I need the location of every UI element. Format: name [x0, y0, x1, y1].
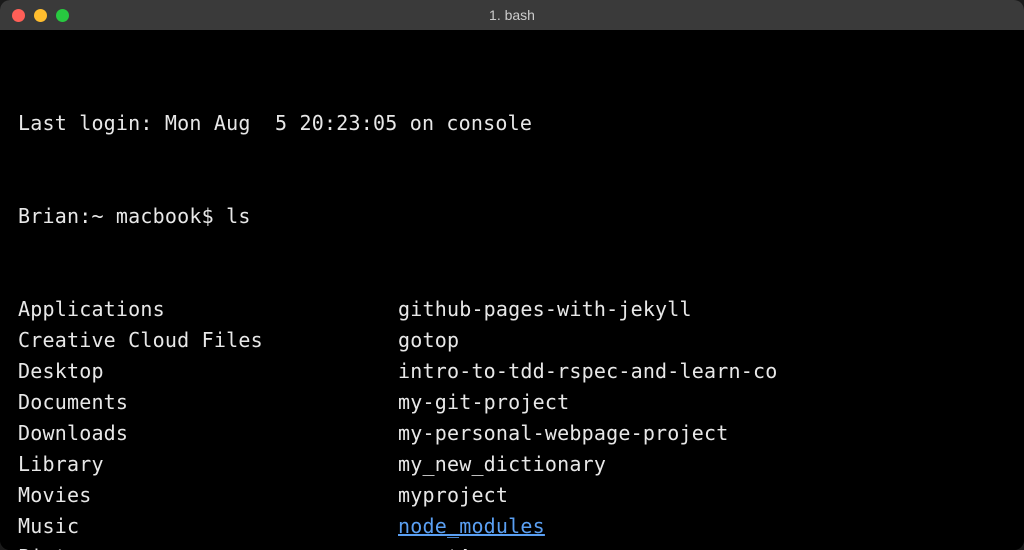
ls-column-1: ApplicationsCreative Cloud FilesDesktopD…	[18, 294, 398, 550]
list-item: Pictures	[18, 542, 398, 550]
list-item: Desktop	[18, 356, 398, 387]
minimize-icon[interactable]	[34, 9, 47, 22]
list-item: Music	[18, 511, 398, 542]
ls-output: ApplicationsCreative Cloud FilesDesktopD…	[18, 294, 1006, 550]
close-icon[interactable]	[12, 9, 25, 22]
traffic-lights	[12, 9, 69, 22]
list-item: my-git-project	[398, 387, 777, 418]
ls-column-2: github-pages-with-jekyllgotopintro-to-td…	[398, 294, 777, 550]
list-item: my_new_dictionary	[398, 449, 777, 480]
list-item: Movies	[18, 480, 398, 511]
list-item: Library	[18, 449, 398, 480]
list-item: github-pages-with-jekyll	[398, 294, 777, 325]
list-item: Documents	[18, 387, 398, 418]
list-item: Applications	[18, 294, 398, 325]
window-title: 1. bash	[489, 7, 535, 23]
last-login-line: Last login: Mon Aug 5 20:23:05 on consol…	[18, 108, 1006, 139]
list-item: gotop	[398, 325, 777, 356]
command-text: ls	[226, 204, 250, 228]
maximize-icon[interactable]	[56, 9, 69, 22]
list-item: node_modules	[398, 511, 777, 542]
list-item: Downloads	[18, 418, 398, 449]
terminal-window: 1. bash Last login: Mon Aug 5 20:23:05 o…	[0, 0, 1024, 550]
command-line: Brian:~ macbook$ ls	[18, 201, 1006, 232]
list-item: reactApp	[398, 542, 777, 550]
list-item: intro-to-tdd-rspec-and-learn-co	[398, 356, 777, 387]
list-item: myproject	[398, 480, 777, 511]
window-titlebar: 1. bash	[0, 0, 1024, 30]
list-item: Creative Cloud Files	[18, 325, 398, 356]
list-item: my-personal-webpage-project	[398, 418, 777, 449]
terminal-body[interactable]: Last login: Mon Aug 5 20:23:05 on consol…	[0, 30, 1024, 550]
prompt-prefix: Brian:~ macbook$	[18, 204, 226, 228]
